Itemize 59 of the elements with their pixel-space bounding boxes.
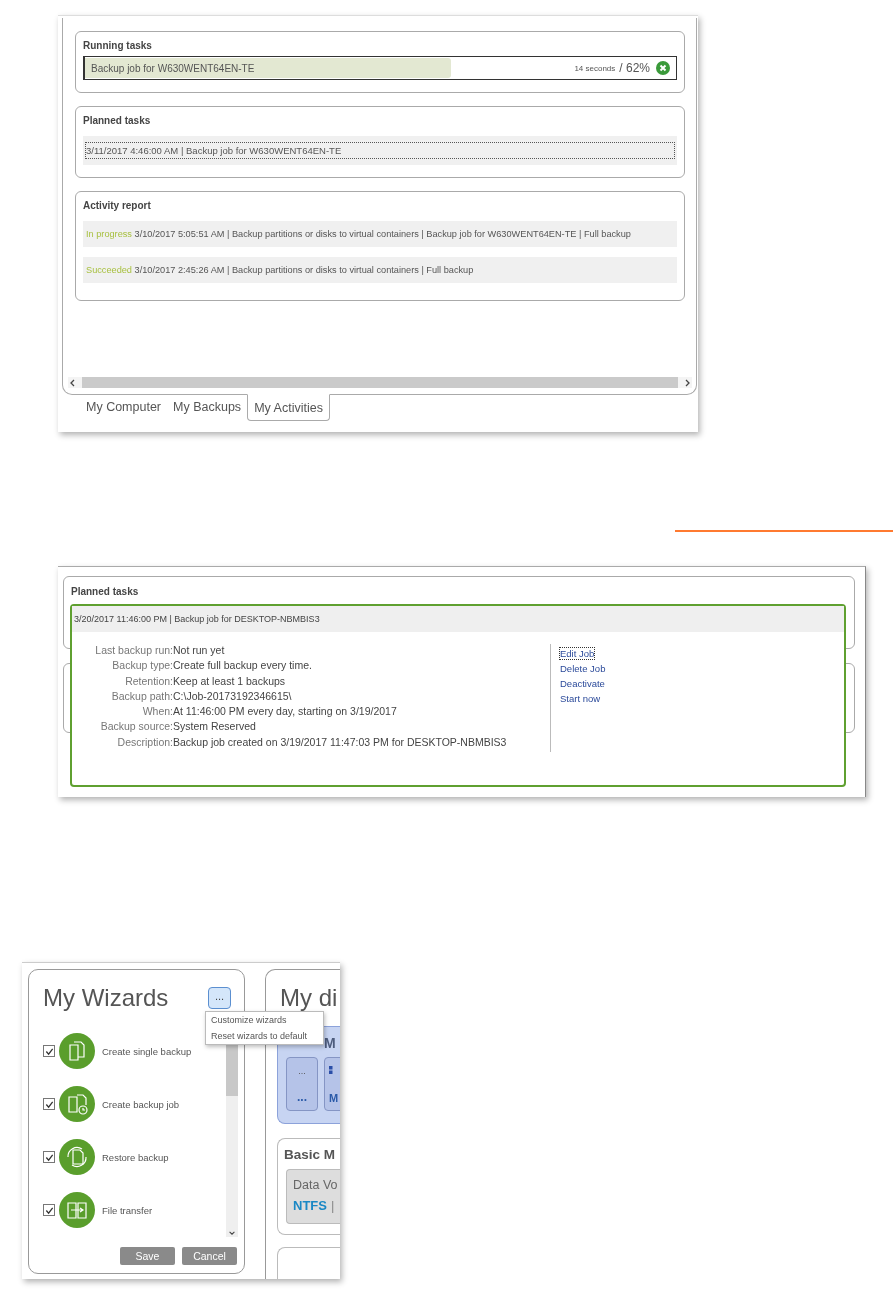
planned-task-item[interactable]: 3/11/2017 4:46:00 AM | Backup job for W630WENT64EN-TE bbox=[85, 142, 675, 159]
detail-value: At 11:46:00 PM every day, starting on 3/19/2017 bbox=[173, 705, 398, 718]
wizard-label[interactable]: Restore backup bbox=[102, 1151, 169, 1163]
job-action-link[interactable]: Start now bbox=[559, 692, 602, 705]
tab[interactable]: My Activities bbox=[247, 394, 330, 421]
job-header[interactable]: 3/20/2017 11:46:00 PM | Backup job for DESKTOP-NBMBIS3 bbox=[72, 606, 844, 632]
wizard-label[interactable]: File transfer bbox=[102, 1204, 153, 1216]
menu-item[interactable]: Customize wizards bbox=[206, 1015, 323, 1025]
panel-title: Planned tasks bbox=[83, 115, 151, 126]
job-action-link[interactable]: Edit Job bbox=[559, 647, 596, 660]
panel-title: Running tasks bbox=[83, 40, 152, 51]
job-action-link[interactable]: Deactivate bbox=[559, 677, 606, 690]
checkbox[interactable] bbox=[43, 1098, 55, 1110]
checkbox[interactable] bbox=[43, 1204, 55, 1216]
cancel-icon[interactable] bbox=[656, 61, 670, 75]
task-name: Backup job for W630WENT64EN-TE bbox=[90, 62, 256, 74]
horizontal-scrollbar[interactable] bbox=[68, 377, 692, 388]
tile-label: ... bbox=[298, 1066, 306, 1076]
checkbox[interactable] bbox=[43, 1151, 55, 1163]
card-title: Basic M bbox=[284, 1146, 337, 1162]
panel-title: Planned tasks bbox=[71, 586, 139, 597]
tile-label: ... bbox=[297, 1090, 307, 1104]
card-title: M bbox=[324, 1035, 336, 1051]
detail-value: Keep at least 1 backups bbox=[173, 674, 287, 687]
detail-value: Backup job created on 3/19/2017 11:47:03 PM for DESKTOP-NBMBIS3 bbox=[173, 735, 508, 748]
progress-percent: / 62% bbox=[619, 61, 650, 75]
detail-label: Backup path: bbox=[110, 689, 173, 702]
menu-item[interactable]: Reset wizards to default bbox=[206, 1031, 323, 1041]
volume-name: Data Vo bbox=[293, 1177, 339, 1192]
tab[interactable]: My Backups bbox=[167, 394, 248, 421]
disk-card bbox=[277, 1247, 340, 1279]
detail-value: C:\Job-20173192346615\ bbox=[173, 689, 293, 702]
partition-tile[interactable]: M bbox=[324, 1057, 340, 1111]
detail-label: When: bbox=[141, 705, 173, 718]
activity-entry: In progress 3/10/2017 5:05:51 AM | Backup partitions or disks to virtual containers | Backup job for W630WENT64EN-TE | Full backup bbox=[83, 221, 677, 247]
panel-title: Activity report bbox=[83, 200, 151, 211]
detail-label: Description: bbox=[116, 735, 173, 748]
volume-tile[interactable]: Data Vo NTFS | bbox=[286, 1168, 340, 1224]
panel-title: My di bbox=[280, 984, 339, 1012]
detail-label: Last backup run: bbox=[94, 644, 173, 656]
detail-value: Not run yet bbox=[173, 644, 226, 656]
detail-label: Backup source: bbox=[99, 720, 173, 733]
detail-label: Retention: bbox=[124, 674, 173, 687]
file-system: NTFS bbox=[293, 1197, 327, 1213]
wizard-label[interactable]: Create backup job bbox=[102, 1098, 180, 1110]
partition-tile[interactable]: ... ... bbox=[286, 1057, 318, 1111]
tile-label: M bbox=[329, 1092, 339, 1104]
wizard-label[interactable]: Create single backup bbox=[102, 1045, 192, 1057]
separator: | bbox=[330, 1197, 335, 1213]
activity-entry: Succeeded 3/10/2017 2:45:26 AM | Backup partitions or disks to virtual containers | Full backup bbox=[83, 257, 677, 283]
job-action-link[interactable]: Delete Job bbox=[559, 662, 607, 675]
tab[interactable]: My Computer bbox=[80, 394, 168, 421]
panel-title: My Wizards bbox=[43, 984, 169, 1012]
time-remaining: 14 seconds bbox=[574, 63, 616, 73]
checkbox[interactable] bbox=[43, 1045, 55, 1057]
detail-value: Create full backup every time. bbox=[173, 659, 313, 672]
detail-label: Backup type: bbox=[111, 659, 173, 672]
detail-value: System Reserved bbox=[173, 720, 257, 733]
more-button[interactable]: ... bbox=[208, 987, 231, 1009]
